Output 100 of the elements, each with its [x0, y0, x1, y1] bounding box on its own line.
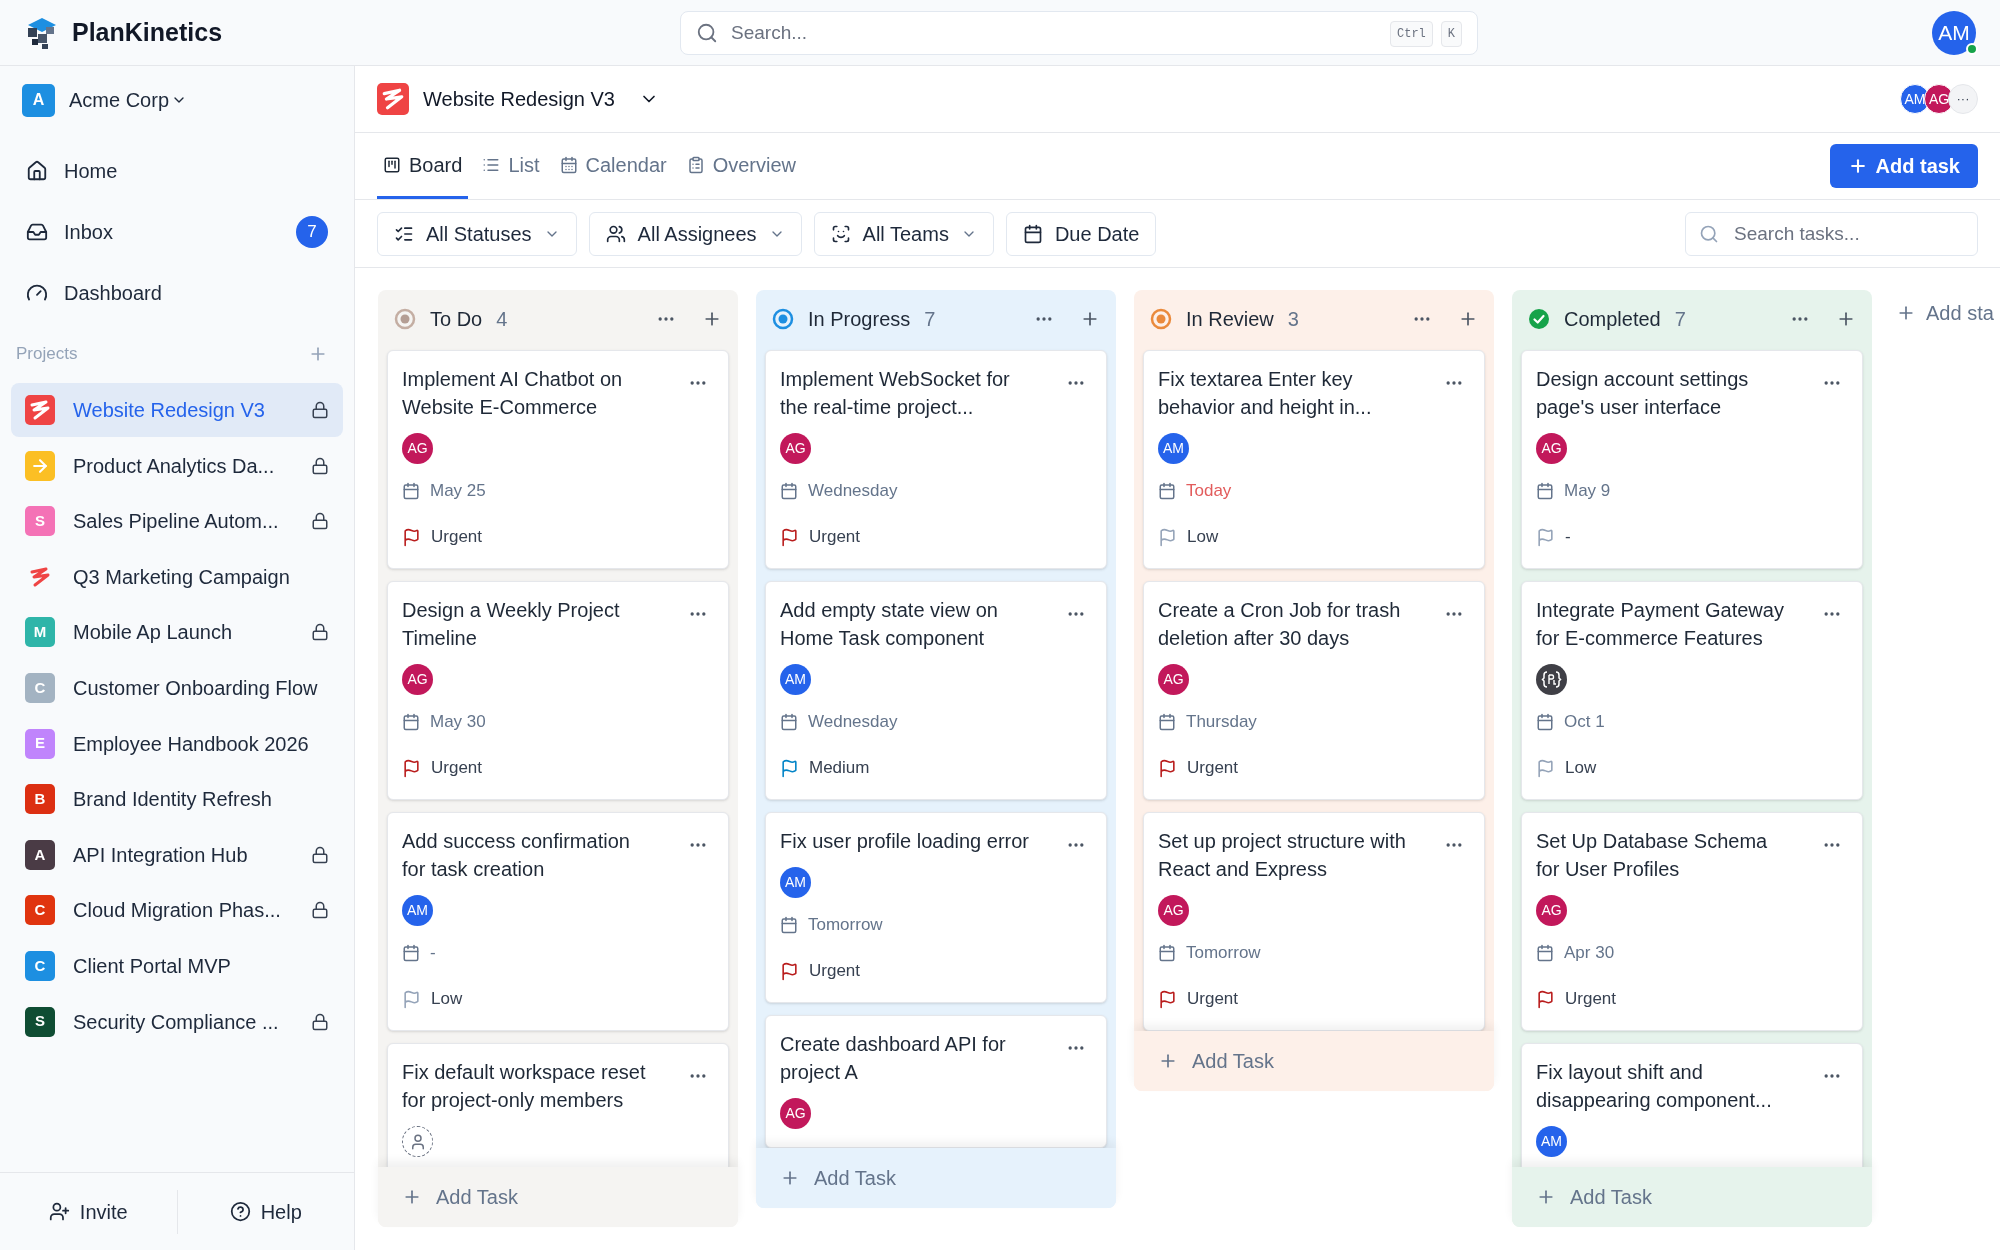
task-card[interactable]: Fix layout shift and disappearing component... AM: [1521, 1043, 1863, 1167]
priority-label: Urgent: [809, 960, 861, 983]
filter-dropdown[interactable]: All Statuses: [377, 211, 577, 256]
assignee-avatar: AG: [402, 664, 433, 695]
task-card[interactable]: Integrate Payment Gateway for E-commerce Features Oct 1 Low: [1521, 581, 1863, 800]
project-item[interactable]: C Cloud Migration Phas...: [11, 883, 343, 938]
column-title: In Review: [1186, 307, 1274, 332]
project-item[interactable]: Website Redesign V3: [11, 383, 343, 437]
task-card[interactable]: Implement WebSocket for the real-time project... AG Wednesday Urgent: [765, 350, 1107, 569]
help-button[interactable]: Help: [177, 1196, 354, 1227]
invite-button[interactable]: Invite: [0, 1196, 177, 1227]
task-card[interactable]: Fix default workspace reset for project-only members: [387, 1043, 729, 1167]
task-title: Set up project structure with React and Express: [1158, 829, 1407, 882]
project-initial: C: [25, 950, 55, 981]
project-initial: C: [25, 895, 55, 926]
project-name: Cloud Migration Phas...: [73, 898, 282, 924]
priority-label: Medium: [809, 757, 870, 780]
task-card[interactable]: Design account settings page's user interface AG May 9 -: [1521, 350, 1863, 569]
column-title: Completed: [1564, 307, 1661, 332]
task-title: Implement AI Chatbot on Website E-Commerce: [402, 367, 624, 420]
priority-label: -: [1565, 526, 1571, 549]
due-date: Wednesday: [808, 480, 898, 503]
add-task-button[interactable]: Add task: [1829, 144, 1978, 188]
column-title: To Do: [430, 307, 483, 332]
clipboard-icon: [686, 155, 705, 174]
filter-dropdown[interactable]: All Teams: [813, 211, 994, 256]
project-item[interactable]: E Employee Handbook 2026: [11, 716, 343, 771]
calendar-icon: [780, 713, 798, 731]
board-icon: [383, 155, 401, 174]
task-card[interactable]: Create dashboard API for project A AG: [765, 1015, 1107, 1148]
project-name: Brand Identity Refresh: [73, 787, 273, 813]
task-title: Design a Weekly Project Timeline: [402, 598, 621, 651]
calendar-icon: [1158, 482, 1176, 500]
task-card[interactable]: Add success confirmation for task creation AM - Low: [387, 812, 729, 1031]
task-title: Design account settings page's user interface: [1536, 367, 1750, 420]
priority-label: Low: [431, 988, 463, 1011]
more-members-button[interactable]: ···: [1948, 84, 1978, 114]
filter-dropdown[interactable]: Due Date: [1005, 211, 1157, 256]
home-icon: [26, 159, 48, 182]
nav-item[interactable]: Inbox 7: [12, 201, 342, 262]
project-item[interactable]: Q3 Marketing Campaign: [11, 549, 343, 604]
project-item[interactable]: Product Analytics Da...: [11, 438, 343, 493]
priority-label: Low: [1565, 757, 1597, 780]
due-date: May 25: [430, 480, 486, 503]
filter-dropdown[interactable]: All Assignees: [588, 211, 802, 256]
project-item[interactable]: S Sales Pipeline Autom...: [11, 494, 343, 549]
add-status-link[interactable]: Add sta: [1896, 298, 1994, 328]
task-search-field[interactable]: Search tasks...: [1685, 211, 1978, 256]
task-card[interactable]: Fix textarea Enter key behavior and height in... AM Today Low: [1143, 350, 1485, 569]
project-item[interactable]: A API Integration Hub: [11, 827, 343, 882]
priority-label: Urgent: [1187, 988, 1239, 1011]
user-plus-icon: [48, 1201, 70, 1222]
assignee-avatar: AM: [402, 895, 433, 926]
project-initial: S: [25, 506, 55, 537]
add-task-link[interactable]: Add Task: [402, 1182, 518, 1212]
search-icon: [696, 21, 718, 44]
view-tab[interactable]: Calendar: [553, 133, 673, 199]
assignee-avatar: AM: [780, 664, 811, 695]
nav-label: Dashboard: [64, 280, 163, 306]
task-card[interactable]: Add empty state view on Home Task component AM Wednesday Medium: [765, 581, 1107, 800]
column-count: 7: [924, 307, 936, 332]
project-initial: A: [25, 839, 55, 870]
add-task-link[interactable]: Add Task: [1158, 1046, 1274, 1076]
due-date: -: [430, 942, 436, 965]
view-tab[interactable]: List: [476, 133, 546, 199]
project-item[interactable]: B Brand Identity Refresh: [11, 772, 343, 827]
view-tab[interactable]: Overview: [680, 133, 803, 199]
project-name: Customer Onboarding Flow: [73, 675, 319, 701]
calendar-icon: [1536, 713, 1554, 731]
task-title: Integrate Payment Gateway for E-commerce Features: [1536, 598, 1785, 651]
project-item[interactable]: M Mobile Ap Launch: [11, 605, 343, 660]
task-card[interactable]: Set Up Database Schema for User Profiles AG Apr 30 Urgent: [1521, 812, 1863, 1031]
user-avatar[interactable]: AM: [1932, 10, 1976, 55]
task-card[interactable]: Set up project structure with React and Express AG Tomorrow Urgent: [1143, 812, 1485, 1031]
due-date: Wednesday: [808, 711, 898, 734]
task-card[interactable]: Design a Weekly Project Timeline AG May 30 Urgent: [387, 581, 729, 800]
due-date: May 9: [1564, 480, 1611, 503]
column-title: In Progress: [808, 307, 911, 332]
view-tab[interactable]: Board: [377, 133, 469, 199]
project-item[interactable]: S Security Compliance ...: [11, 994, 343, 1049]
nav-item[interactable]: Home: [12, 140, 342, 201]
project-item[interactable]: C Client Portal MVP: [11, 938, 343, 993]
add-task-link[interactable]: Add Task: [1536, 1182, 1652, 1212]
section-label: Projects: [16, 343, 78, 366]
nav-item[interactable]: Dashboard: [12, 262, 342, 323]
task-title: Set Up Database Schema for User Profiles: [1536, 829, 1769, 882]
calendar-icon: [402, 482, 420, 500]
task-card[interactable]: Implement AI Chatbot on Website E-Commerce AG May 25 Urgent: [387, 350, 729, 569]
project-name: Sales Pipeline Autom...: [73, 509, 280, 535]
assignee-avatar: AM: [1536, 1126, 1567, 1157]
task-card[interactable]: Create a Cron Job for trash deletion after 30 days AG Thursday Urgent: [1143, 581, 1485, 800]
project-item[interactable]: C Customer Onboarding Flow: [11, 660, 343, 715]
assignee-avatar: AG: [1536, 433, 1567, 464]
calendar-icon: [402, 713, 420, 731]
add-task-link[interactable]: Add Task: [780, 1163, 896, 1193]
project-logo-icon: [377, 83, 409, 115]
workspace-switcher[interactable]: Acme Corp: [69, 85, 188, 115]
task-card[interactable]: Fix user profile loading error AM Tomorrow Urgent: [765, 812, 1107, 1003]
count-badge: 7: [296, 215, 328, 248]
task-title: Create dashboard API for project A: [780, 1032, 1007, 1085]
